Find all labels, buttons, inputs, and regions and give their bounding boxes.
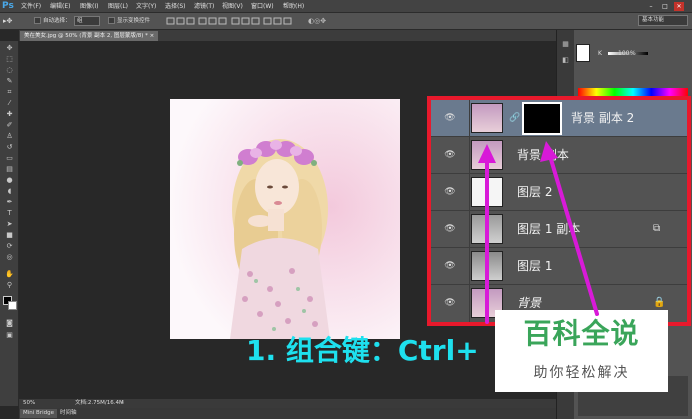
arrow-to-layer-thumbnail-head [478,144,496,163]
arrow-to-layer-mask-head [540,141,558,162]
arrow-to-layer-mask [548,154,599,316]
annotation-arrows [478,141,599,324]
